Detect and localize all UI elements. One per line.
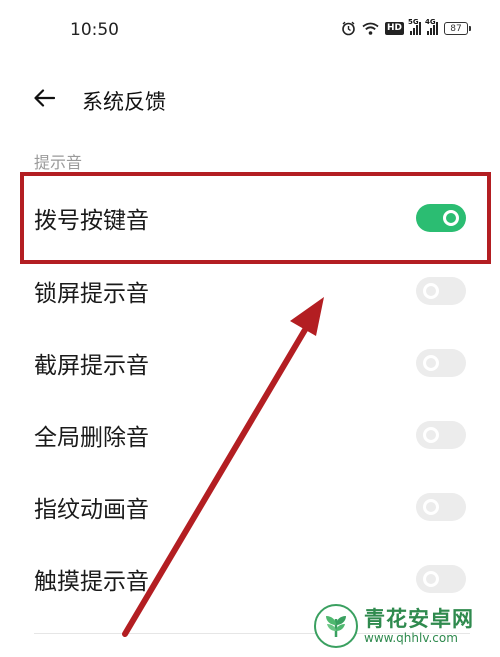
- setting-row-dial-tone[interactable]: 拨号按键音: [0, 182, 500, 254]
- setting-row-screenshot-sound[interactable]: 截屏提示音: [0, 327, 500, 399]
- arrow-left-icon: [33, 89, 56, 111]
- setting-label: 截屏提示音: [34, 353, 149, 379]
- setting-label: 触摸提示音: [34, 569, 149, 595]
- status-time: 10:50: [70, 20, 119, 40]
- signal-5g-icon: 5G: [408, 18, 421, 35]
- watermark-url: www.qhhlv.com: [364, 631, 458, 645]
- watermark-logo-icon: [314, 604, 358, 648]
- status-icons: HD 5G 4G 87: [341, 18, 471, 36]
- setting-label: 指纹动画音: [34, 497, 149, 523]
- toggle-knob: [423, 427, 439, 443]
- watermark: 青花安卓网 www.qhhlv.com: [314, 604, 474, 648]
- toggle-switch[interactable]: [416, 277, 466, 305]
- setting-label: 拨号按键音: [34, 208, 149, 234]
- battery-icon: 87: [444, 22, 471, 35]
- toggle-switch[interactable]: [416, 349, 466, 377]
- alarm-icon: [341, 21, 356, 36]
- watermark-title: 青花安卓网: [364, 607, 474, 631]
- top-app-bar: 系统反馈: [0, 76, 500, 122]
- hd-icon: HD: [384, 22, 404, 35]
- toggle-knob: [423, 499, 439, 515]
- toggle-knob: [423, 283, 439, 299]
- toggle-switch[interactable]: [416, 421, 466, 449]
- page-title: 系统反馈: [82, 90, 166, 114]
- setting-label: 锁屏提示音: [34, 281, 149, 307]
- toggle-switch[interactable]: [416, 565, 466, 593]
- status-bar: 10:50 HD 5G 4G 87: [0, 0, 500, 62]
- wifi-icon: [362, 22, 379, 35]
- setting-row-fingerprint-sound[interactable]: 指纹动画音: [0, 471, 500, 543]
- toggle-switch[interactable]: [416, 204, 466, 232]
- back-button[interactable]: [28, 84, 60, 116]
- setting-row-lock-sound[interactable]: 锁屏提示音: [0, 255, 500, 327]
- setting-label: 全局删除音: [34, 425, 149, 451]
- toggle-knob: [423, 571, 439, 587]
- signal-4g-icon: 4G: [425, 18, 438, 35]
- toggle-switch[interactable]: [416, 493, 466, 521]
- toggle-knob: [423, 355, 439, 371]
- setting-row-delete-sound[interactable]: 全局删除音: [0, 399, 500, 471]
- toggle-knob: [443, 210, 459, 226]
- section-label: 提示音: [34, 153, 83, 172]
